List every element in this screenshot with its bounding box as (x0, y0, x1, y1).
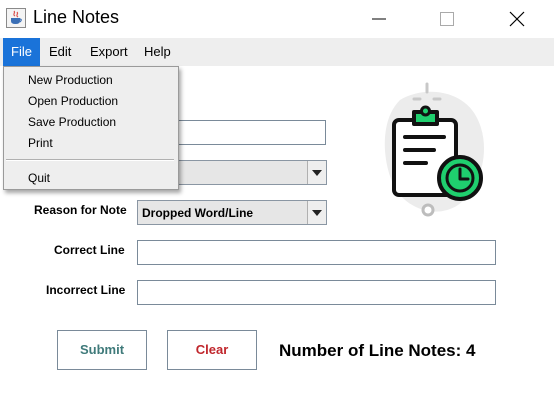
minimize-icon (372, 18, 386, 20)
clipboard-clock-icon (370, 80, 500, 229)
title-bar: Line Notes (0, 0, 554, 38)
maximize-button[interactable] (424, 0, 470, 38)
submit-button[interactable]: Submit (57, 330, 147, 370)
reason-label: Reason for Note (34, 203, 127, 217)
menu-item-new-production[interactable]: New Production (28, 73, 113, 87)
line-notes-count: Number of Line Notes: 4 (279, 341, 476, 360)
close-icon (509, 11, 525, 27)
menu-item-quit[interactable]: Quit (28, 171, 50, 185)
incorrect-line-input[interactable] (137, 280, 496, 305)
clear-button[interactable]: Clear (167, 330, 257, 370)
close-button[interactable] (494, 0, 540, 38)
chevron-down-icon (307, 161, 326, 184)
menu-bar: File Edit Export Help (0, 38, 554, 66)
menu-item-open-production[interactable]: Open Production (28, 94, 118, 108)
minimize-button[interactable] (356, 0, 402, 38)
correct-line-input[interactable] (137, 240, 496, 265)
java-cup-icon (6, 8, 26, 28)
menu-item-print[interactable]: Print (28, 136, 53, 150)
menu-export[interactable]: Export (82, 38, 136, 66)
correct-line-label: Correct Line (54, 243, 125, 257)
window-title: Line Notes (33, 7, 120, 27)
file-menu-dropdown: New Production Open Production Save Prod… (3, 66, 179, 190)
menu-separator (6, 159, 174, 161)
menu-file[interactable]: File (3, 38, 40, 66)
menu-edit[interactable]: Edit (41, 38, 79, 66)
maximize-icon (440, 12, 454, 26)
menu-help[interactable]: Help (136, 38, 179, 66)
menu-item-save-production[interactable]: Save Production (28, 115, 116, 129)
incorrect-line-label: Incorrect Line (46, 283, 126, 297)
reason-select-value: Dropped Word/Line (142, 206, 254, 220)
reason-select[interactable]: Dropped Word/Line (137, 200, 327, 225)
chevron-down-icon (307, 201, 326, 224)
